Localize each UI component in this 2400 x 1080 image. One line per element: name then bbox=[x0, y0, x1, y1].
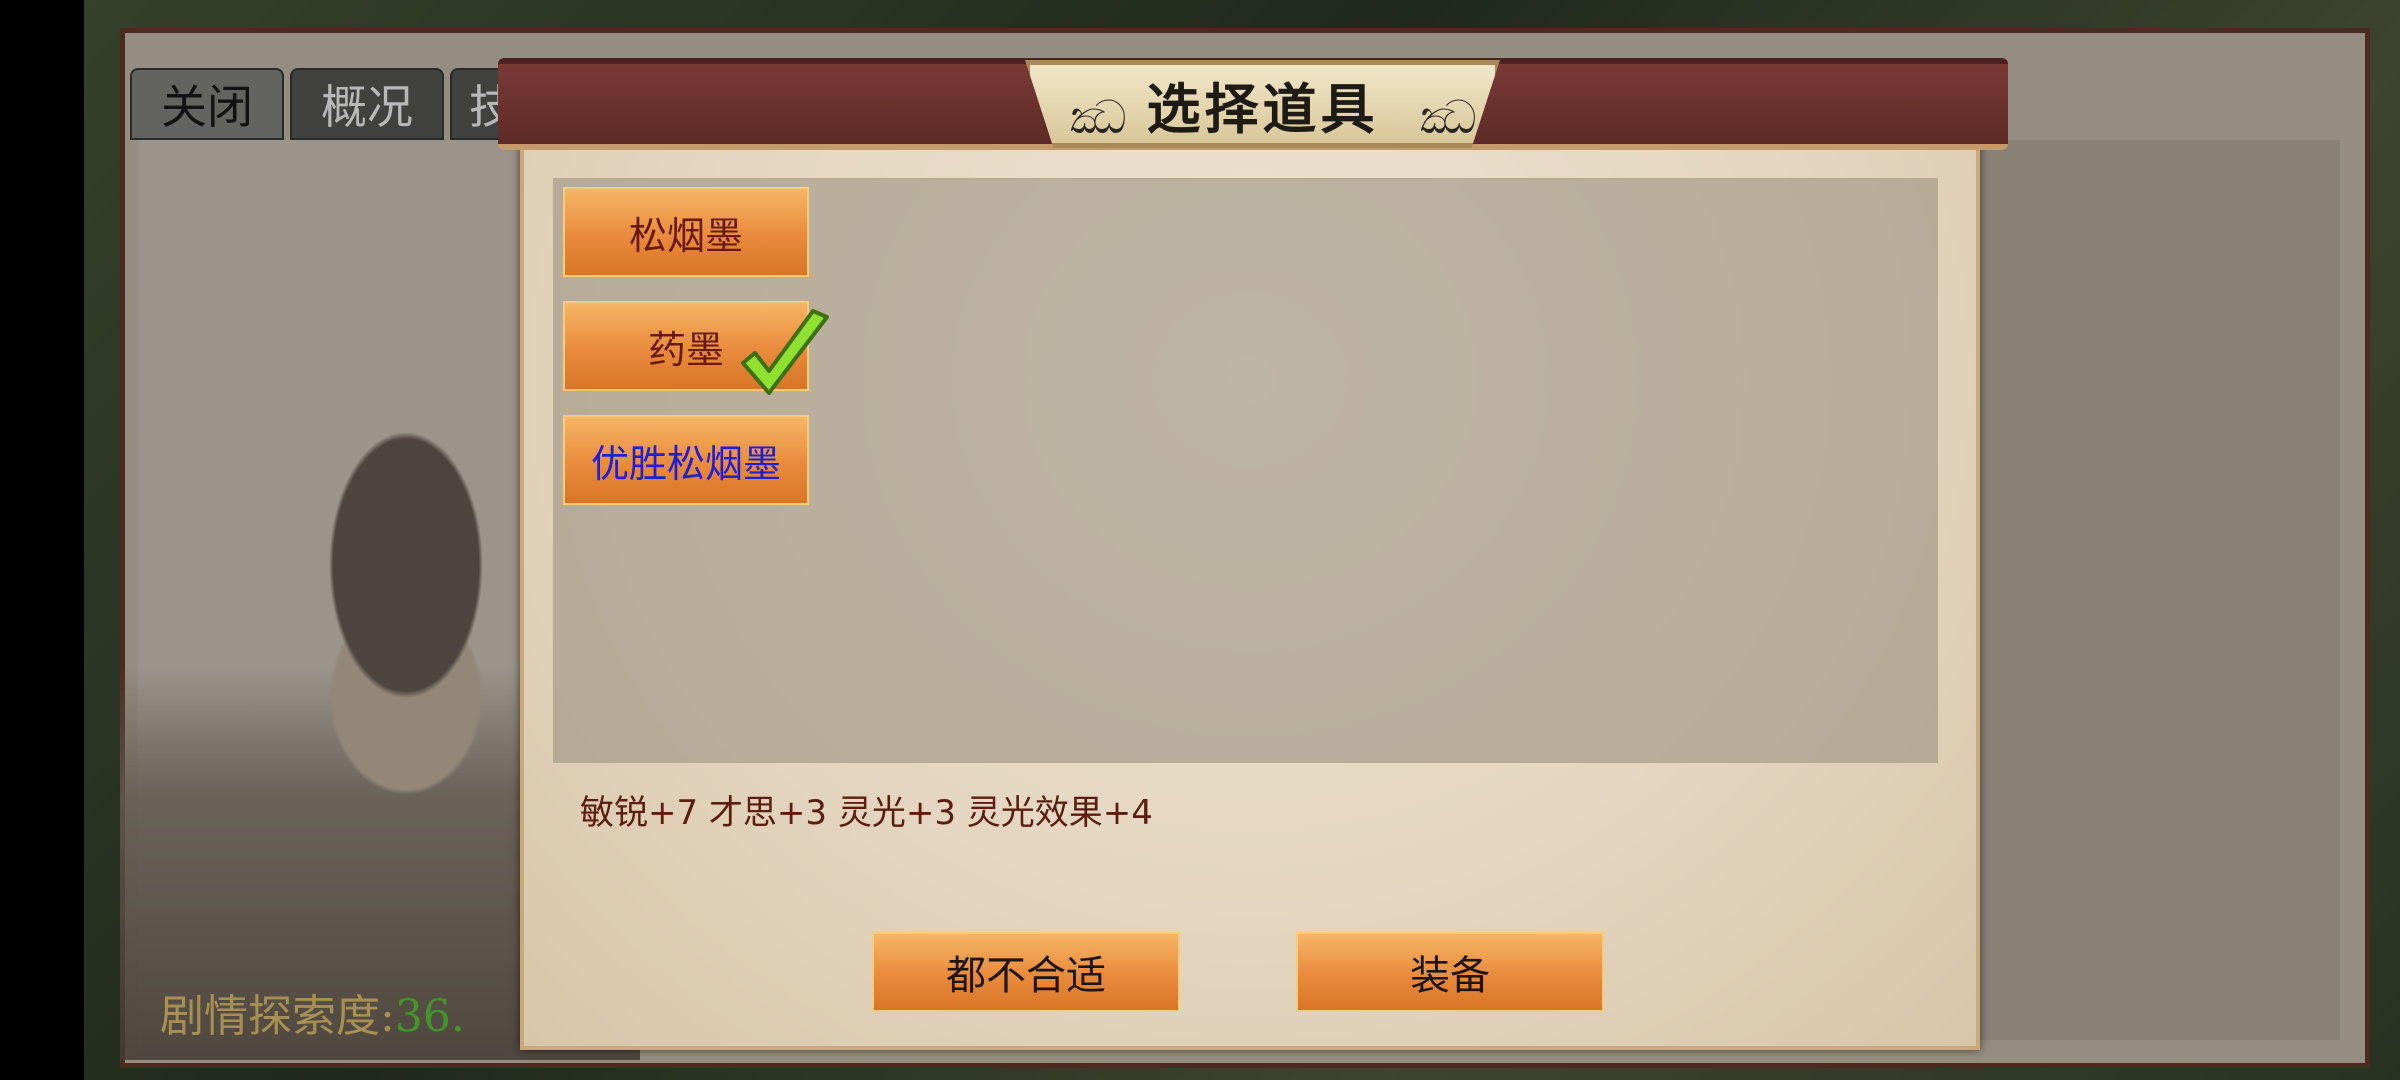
swirl-ornament-left-icon: ඣ bbox=[1070, 90, 1127, 144]
item-option-1[interactable]: 松烟墨 bbox=[563, 187, 809, 277]
dialog-title: 选择道具 bbox=[1146, 77, 1379, 141]
swirl-ornament-right-icon: ඣ bbox=[1420, 90, 1477, 144]
check-icon bbox=[741, 309, 829, 395]
equip-button[interactable]: 装备 bbox=[1296, 932, 1604, 1012]
item-option-3[interactable]: 优胜松烟墨 bbox=[563, 415, 809, 505]
none-suitable-button[interactable]: 都不合适 bbox=[872, 932, 1180, 1012]
item-description: 敏锐+7 才思+3 灵光+3 灵光效果+4 bbox=[580, 793, 1153, 833]
screen-edge bbox=[0, 0, 84, 1080]
